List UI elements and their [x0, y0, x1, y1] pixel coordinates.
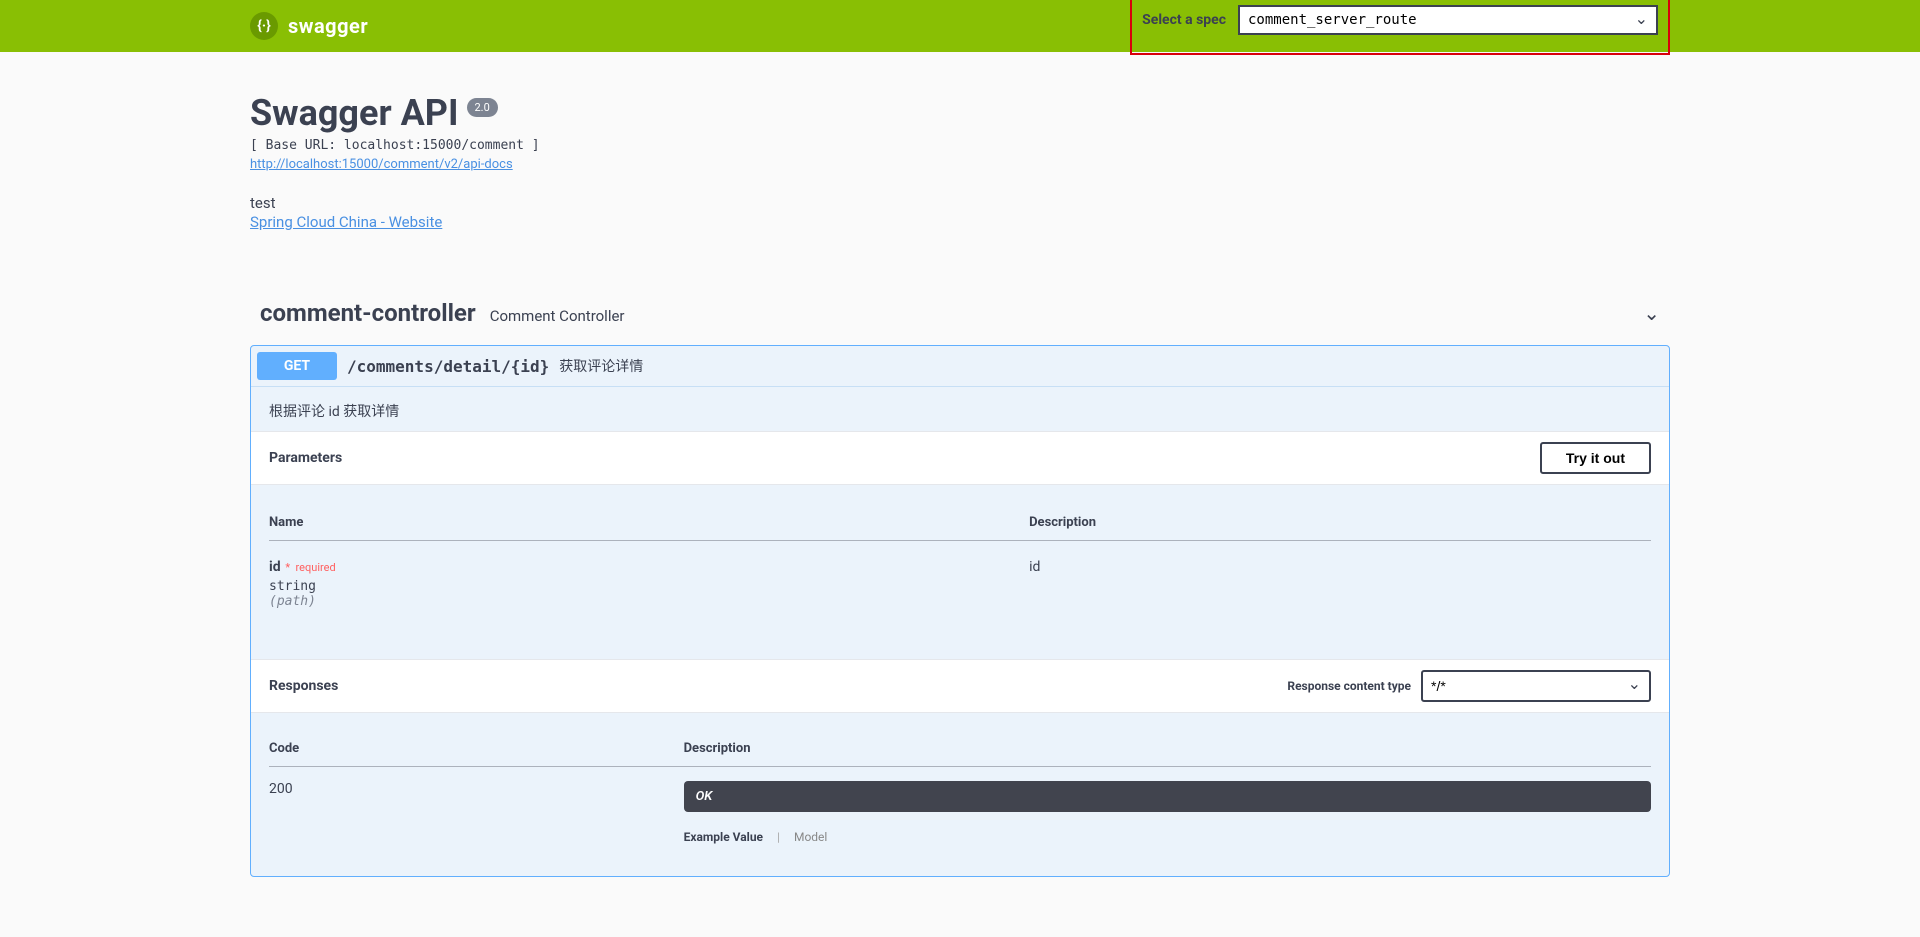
api-description: test [250, 194, 1670, 212]
tag-name: comment-controller [260, 299, 476, 327]
parameters-bar: Parameters Try it out [251, 431, 1669, 485]
operation-summary[interactable]: GET /comments/detail/{id} 获取评论详情 [251, 346, 1669, 387]
method-badge-get: GET [257, 352, 337, 380]
required-star: * [283, 561, 290, 574]
topbar-inner: {·} swagger Select a spec comment_server… [230, 0, 1690, 55]
version-badge: 2.0 [467, 98, 498, 117]
parameters-title: Parameters [269, 450, 342, 466]
response-row: 200 OK Example Value | Model [269, 767, 1651, 859]
param-row: id * required string (path) id [269, 541, 1651, 660]
content-type-container: */* [1421, 670, 1651, 702]
response-tabs: Example Value | Model [684, 830, 1651, 844]
responses-table: Code Description 200 OK Example Value [269, 731, 1651, 858]
tag-section: comment-controller Comment Controller ⌄ … [250, 291, 1670, 877]
tag-header-left: comment-controller Comment Controller [260, 299, 625, 327]
spec-select[interactable]: comment_server_route [1238, 5, 1658, 35]
api-title: Swagger API [250, 92, 459, 134]
responses-title: Responses [269, 678, 338, 694]
logo-text: swagger [288, 14, 368, 38]
api-docs-link[interactable]: http://localhost:15000/comment/v2/api-do… [250, 157, 513, 172]
param-in: (path) [269, 594, 1029, 609]
tab-separator: | [777, 830, 780, 844]
operation-block: GET /comments/detail/{id} 获取评论详情 根据评论 id… [250, 345, 1670, 877]
resp-col-code: Code [269, 731, 684, 767]
swagger-logo-icon: {·} [250, 12, 278, 40]
required-label: required [296, 561, 336, 574]
try-it-out-button[interactable]: Try it out [1540, 442, 1651, 474]
content-type-wrap: Response content type */* [1287, 670, 1651, 702]
response-code: 200 [269, 767, 684, 859]
spec-selector-highlight: Select a spec comment_server_route [1130, 0, 1670, 55]
tag-header[interactable]: comment-controller Comment Controller ⌄ [250, 291, 1670, 335]
tab-example-value[interactable]: Example Value [684, 830, 763, 844]
info-section: Swagger API 2.0 [ Base URL: localhost:15… [250, 92, 1670, 231]
col-name: Name [269, 505, 1029, 541]
col-description: Description [1029, 505, 1651, 541]
tag-description: Comment Controller [490, 307, 625, 325]
operation-description: 根据评论 id 获取详情 [269, 401, 1651, 421]
base-url: [ Base URL: localhost:15000/comment ] [250, 138, 1670, 153]
param-type: string [269, 579, 1029, 594]
operation-path: /comments/detail/{id} [347, 357, 549, 376]
title-row: Swagger API 2.0 [250, 92, 1670, 134]
operation-summary-text: 获取评论详情 [559, 356, 643, 376]
main-container: Swagger API 2.0 [ Base URL: localhost:15… [230, 52, 1690, 917]
param-name: id [269, 559, 281, 575]
website-link[interactable]: Spring Cloud China - Website [250, 213, 442, 231]
response-description-block: OK [684, 781, 1651, 812]
topbar: {·} swagger Select a spec comment_server… [0, 0, 1920, 52]
operation-body: 根据评论 id 获取详情 Parameters Try it out Name … [251, 387, 1669, 876]
content-type-label: Response content type [1287, 679, 1411, 693]
responses-body: Code Description 200 OK Example Value [251, 713, 1669, 876]
content-type-select[interactable]: */* [1421, 670, 1651, 702]
tab-model[interactable]: Model [794, 830, 827, 844]
resp-col-desc: Description [684, 731, 1651, 767]
responses-bar: Responses Response content type */* [251, 659, 1669, 713]
spec-select-container: comment_server_route [1238, 5, 1658, 35]
chevron-down-icon: ⌄ [1643, 301, 1660, 325]
spec-label: Select a spec [1142, 12, 1226, 28]
parameters-table: Name Description id * required string (p… [269, 505, 1651, 659]
param-description: id [1029, 541, 1651, 660]
logo[interactable]: {·} swagger [250, 12, 368, 40]
